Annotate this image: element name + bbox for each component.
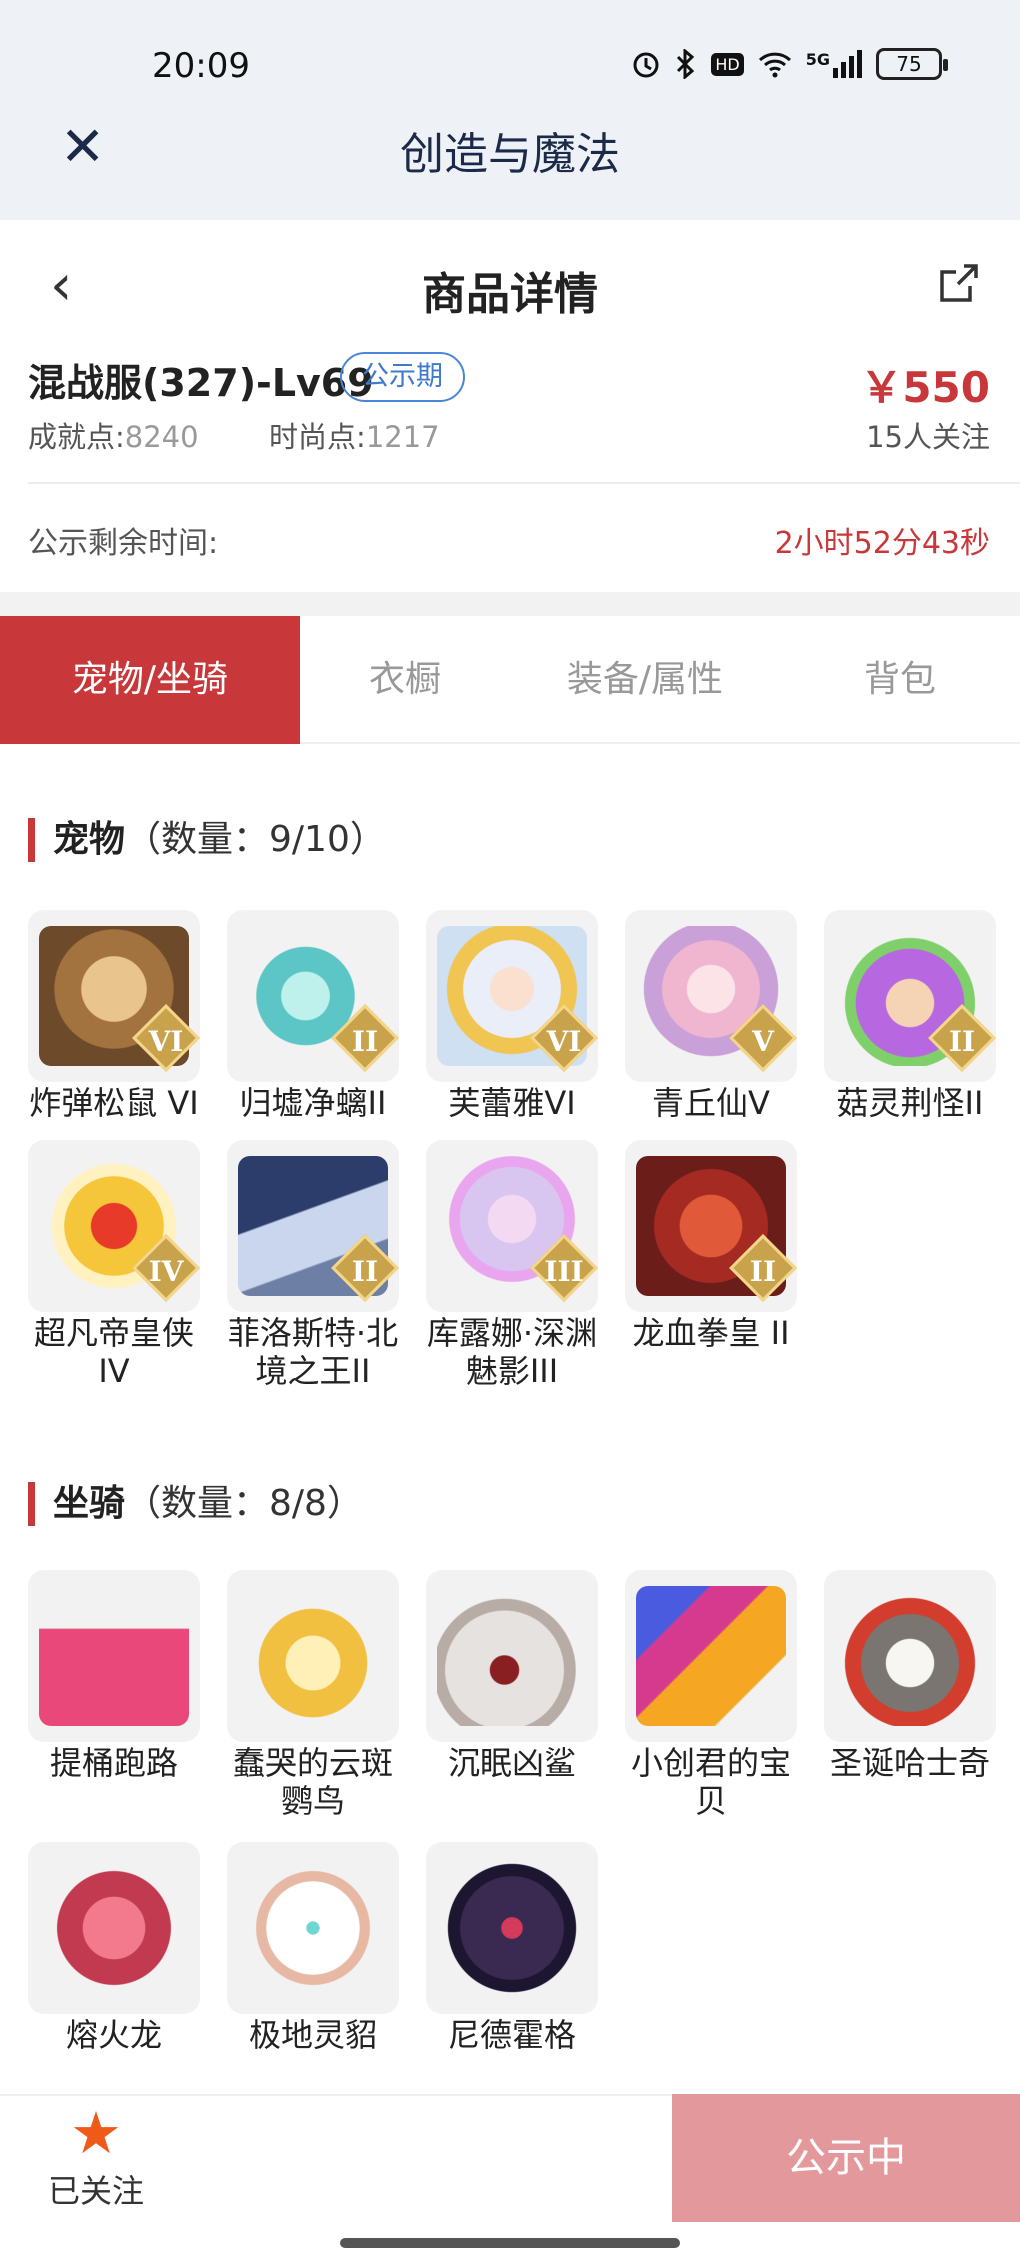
remain-value: 2小时52分43秒 (774, 526, 990, 561)
pet-card[interactable]: III 库露娜·深渊魅影III (426, 1140, 598, 1390)
mount-card[interactable]: 圣诞哈士奇 (824, 1570, 996, 1820)
signal-bar (841, 62, 846, 78)
pet-thumbnail: IV (28, 1140, 200, 1312)
pet-thumbnail: III (426, 1140, 598, 1312)
follower-count: 15人关注 (866, 420, 990, 454)
product-meta: 成就点:8240 时尚点:1217 (28, 414, 440, 456)
page-title: 商品详情 (422, 269, 598, 320)
follow-label: 已关注 (47, 2172, 144, 2210)
pet-card[interactable]: II 龙血拳皇 II (625, 1140, 797, 1390)
divider (28, 482, 1020, 484)
mount-name: 沉眠凶鲨 (447, 1744, 576, 1782)
mount-name: 尼德霍格 (447, 2016, 576, 2054)
mount-card[interactable]: 蠢哭的云斑鹦鸟 (227, 1570, 399, 1820)
pet-name: 库露娜·深渊魅影III (426, 1314, 598, 1390)
pet-thumbnail: II (824, 910, 996, 1082)
tab-backpack[interactable]: 背包 (780, 616, 1020, 744)
pet-card[interactable]: IV 超凡帝皇侠IV (28, 1140, 200, 1390)
status-icons: HD 5G 75 (631, 48, 948, 80)
mount-name: 提桶跑路 (49, 1744, 178, 1782)
achievement-label: 成就点: (28, 420, 125, 454)
bluetooth-icon (677, 49, 695, 79)
mount-thumbnail (824, 1570, 996, 1742)
mount-name: 极地灵貂 (248, 2016, 377, 2054)
pet-name: 归墟净螭II (239, 1084, 387, 1122)
pet-name: 菇灵荆怪II (836, 1084, 984, 1122)
section-gap (0, 592, 1020, 616)
pet-thumbnail: II (227, 1140, 399, 1312)
mount-name: 熔火龙 (65, 2016, 162, 2054)
mount-thumbnail (625, 1570, 797, 1742)
mount-card[interactable]: 尼德霍格 (426, 1842, 598, 2054)
hd-icon: HD (711, 52, 744, 76)
pet-thumbnail: VI (28, 910, 200, 1082)
publicity-status-button[interactable]: 公示中 (672, 2094, 1020, 2222)
signal-bar (849, 56, 854, 78)
achievement-value: 8240 (124, 420, 199, 454)
product-title: 混战服(327)-Lv69 (28, 361, 374, 405)
product-price: ￥550 (860, 363, 990, 412)
signal-bar (857, 50, 862, 78)
pet-thumbnail: II (227, 910, 399, 1082)
mount-card[interactable]: 极地灵貂 (227, 1842, 399, 2054)
pet-thumbnail: V (625, 910, 797, 1082)
mounts-count: （数量：8/8） (125, 1483, 363, 1524)
star-icon: ★ (70, 2099, 122, 2167)
mount-name: 小创君的宝贝 (630, 1744, 791, 1820)
pet-thumbnail: VI (426, 910, 598, 1082)
mount-thumbnail (426, 1842, 598, 2014)
mount-card[interactable]: 小创君的宝贝 (625, 1570, 797, 1820)
pet-name: 龙血拳皇 II (632, 1314, 790, 1352)
home-indicator[interactable] (340, 2238, 680, 2248)
signal-5g-icon: 5G (806, 50, 862, 78)
mounts-grid: 提桶跑路 蠢哭的云斑鹦鸟 沉眠凶鲨 小创君的宝贝 圣诞哈士奇 熔火龙 极地灵貂 … (28, 1570, 996, 2054)
mount-thumbnail (227, 1570, 399, 1742)
pet-name: 芙蕾雅VI (448, 1084, 576, 1122)
pets-grid: VI 炸弹松鼠 VI II 归墟净螭II VI 芙蕾雅VI V 青丘仙V II 菇灵荆怪I… (28, 910, 996, 1390)
status-time: 20:09 (152, 46, 250, 86)
pet-card[interactable]: VI 炸弹松鼠 VI (28, 910, 200, 1122)
pet-thumbnail: II (625, 1140, 797, 1312)
mount-name: 圣诞哈士奇 (829, 1744, 990, 1782)
pet-name: 菲洛斯特·北境之王II (227, 1314, 399, 1390)
follow-button[interactable]: ★ 已关注 (40, 2104, 152, 2212)
app-title: 创造与魔法 (400, 129, 620, 180)
mounts-title: 坐骑 (53, 1483, 126, 1524)
fashion-label: 时尚点: (269, 420, 366, 454)
mount-card[interactable]: 沉眠凶鲨 (426, 1570, 598, 1820)
pets-section-header: 宠物（数量：9/10） (28, 818, 386, 862)
tab-bar: 宠物/坐骑 衣橱 装备/属性 背包 (0, 616, 1020, 744)
wifi-icon (758, 52, 791, 78)
pet-name: 炸弹松鼠 VI (29, 1084, 199, 1122)
mount-name: 蠢哭的云斑鹦鸟 (232, 1744, 393, 1820)
battery-indicator: 75 (876, 48, 948, 80)
mounts-section-header: 坐骑（数量：8/8） (28, 1482, 363, 1526)
tab-equipment[interactable]: 装备/属性 (510, 616, 780, 744)
pet-name: 超凡帝皇侠IV (33, 1314, 194, 1390)
pets-count: （数量：9/10） (125, 819, 386, 860)
pet-name: 青丘仙V (652, 1084, 770, 1122)
status-badge: 公示期 (340, 352, 465, 402)
fashion-value: 1217 (365, 420, 440, 454)
mount-thumbnail (426, 1570, 598, 1742)
mount-thumbnail (227, 1842, 399, 2014)
mount-thumbnail (28, 1570, 200, 1742)
pet-card[interactable]: II 菇灵荆怪II (824, 910, 996, 1122)
mount-card[interactable]: 提桶跑路 (28, 1570, 200, 1820)
share-icon[interactable] (938, 262, 980, 304)
signal-bar (833, 68, 838, 78)
tab-pets-mounts[interactable]: 宠物/坐骑 (0, 616, 300, 744)
pet-card[interactable]: VI 芙蕾雅VI (426, 910, 598, 1122)
alarm-icon (633, 52, 659, 78)
pet-card[interactable]: II 菲洛斯特·北境之王II (227, 1140, 399, 1390)
mount-thumbnail (28, 1842, 200, 2014)
pets-title: 宠物 (53, 819, 126, 860)
pet-card[interactable]: V 青丘仙V (625, 910, 797, 1122)
remain-label: 公示剩余时间: (28, 526, 219, 561)
tab-wardrobe[interactable]: 衣橱 (300, 616, 510, 744)
pet-card[interactable]: II 归墟净螭II (227, 910, 399, 1122)
mount-card[interactable]: 熔火龙 (28, 1842, 200, 2054)
